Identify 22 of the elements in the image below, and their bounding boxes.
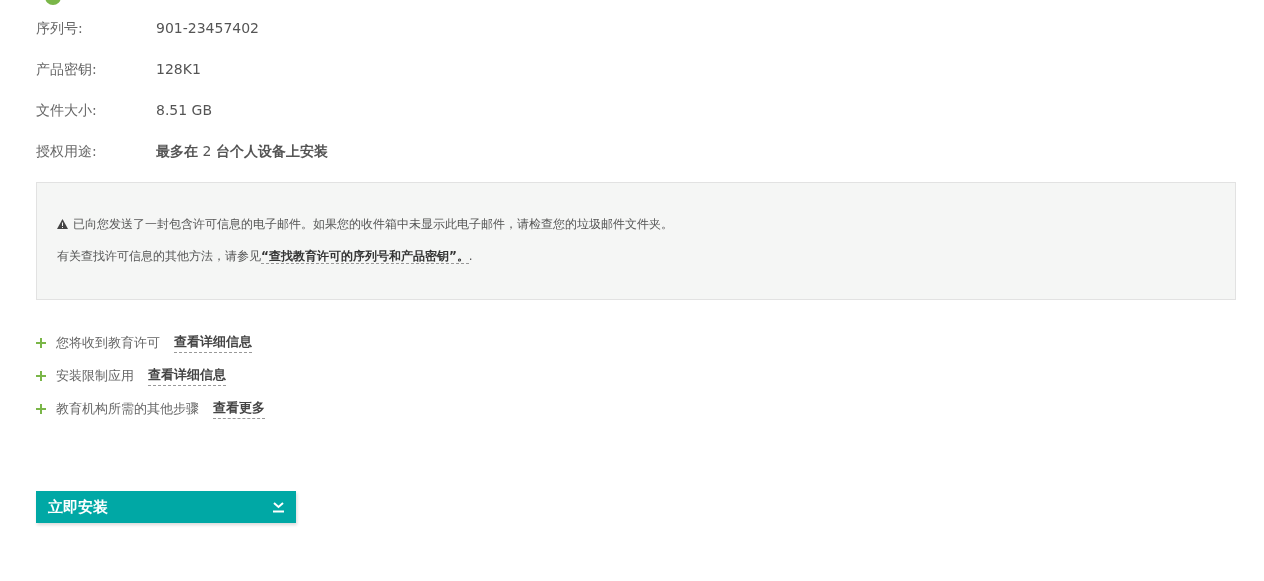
warning-icon	[57, 219, 68, 229]
plus-icon[interactable]	[36, 337, 46, 348]
notice-text: 已向您发送了一封包含许可信息的电子邮件。如果您的收件箱中未显示此电子邮件，请检查您的垃圾邮件文件夹。	[73, 216, 673, 233]
expander-text: 教育机构所需的其他步骤	[56, 399, 199, 418]
plus-icon[interactable]	[36, 403, 46, 414]
field-label: 文件大小:	[36, 101, 98, 120]
expander-text: 安装限制应用	[56, 366, 134, 385]
details-link[interactable]: 查看详细信息	[148, 365, 226, 386]
plus-icon[interactable]	[36, 370, 46, 381]
field-label: 授权用途:	[36, 142, 98, 161]
field-value: 8.51 GB	[156, 101, 213, 120]
download-icon	[273, 501, 284, 513]
field-value: 最多在 2 台个人设备上安装	[156, 142, 328, 161]
notice-text: 有关查找许可信息的其他方法，请参见“查找教育许可的序列号和产品密钥”。.	[57, 248, 474, 265]
field-label: 产品密钥:	[36, 60, 98, 79]
field-value: 128K1	[156, 60, 201, 79]
expander-text: 您将收到教育许可	[56, 333, 160, 352]
details-link[interactable]: 查看详细信息	[174, 332, 252, 353]
field-value: 901-23457402	[156, 19, 260, 38]
help-link[interactable]: “查找教育许可的序列号和产品密钥”。	[261, 249, 469, 264]
field-label: 序列号:	[36, 19, 84, 38]
details-link[interactable]: 查看更多	[213, 398, 265, 419]
